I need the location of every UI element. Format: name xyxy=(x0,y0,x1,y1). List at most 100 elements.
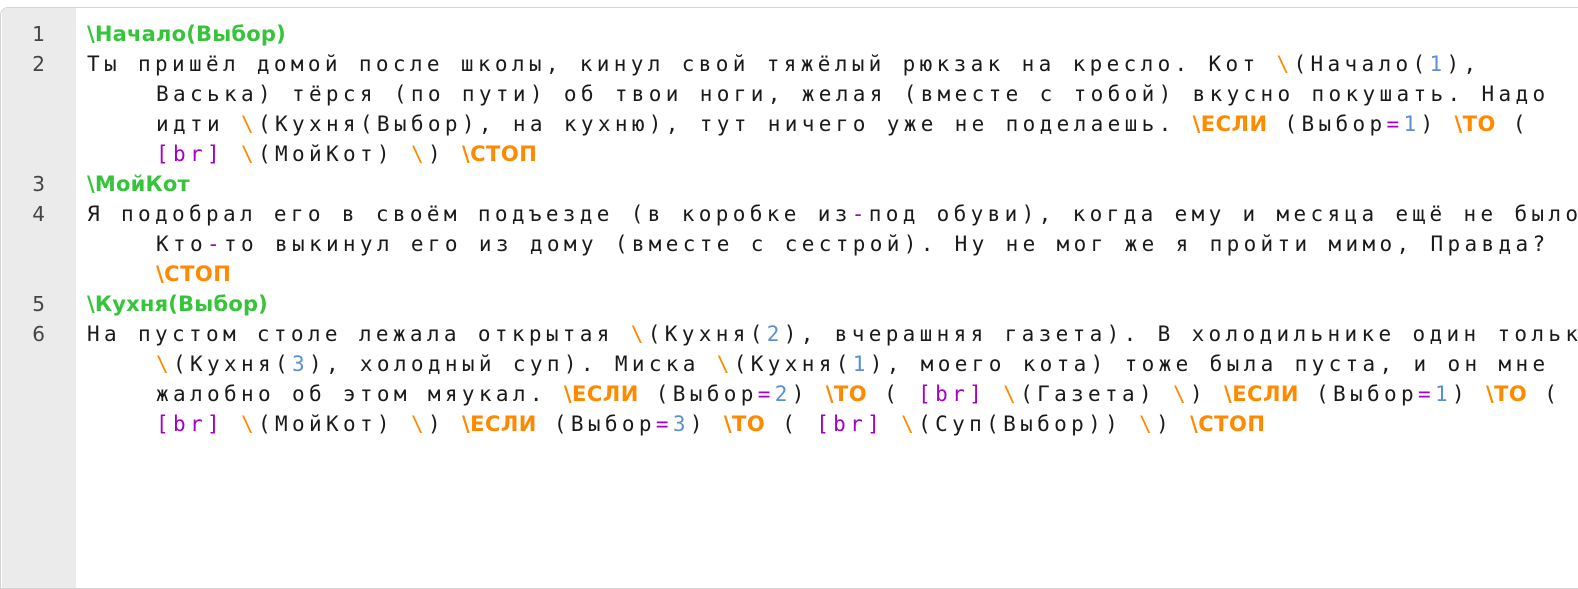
operator-token: = xyxy=(757,382,775,406)
code-line[interactable]: 3 \МойКот xyxy=(1,169,1578,199)
line-content[interactable]: \Кухня(Выбор) xyxy=(87,289,1578,319)
text-token: (Выбор xyxy=(536,412,656,436)
text-token: Ты пришёл домой после школы, кинул свой … xyxy=(87,52,1277,76)
line-number: 1 xyxy=(32,22,45,46)
code-lines: 1 \Начало(Выбор) 2 Ты пришёл домой после… xyxy=(1,19,1578,439)
tag-token: [br] xyxy=(156,412,224,436)
text-token: (Кухня( xyxy=(647,322,767,346)
text-token: Я подобрал его в своём подъезде (в короб… xyxy=(87,202,852,226)
operator-token: - xyxy=(851,202,869,226)
backslash-token: \ xyxy=(1173,382,1191,406)
backslash-token: \ xyxy=(240,412,258,436)
keyword-token: \СТОП xyxy=(156,262,232,286)
section-label: \МойКот xyxy=(87,172,190,196)
text-token: ) xyxy=(689,412,724,436)
line-content[interactable]: Я подобрал его в своём подъезде (в короб… xyxy=(87,199,1578,289)
text-token: (Кухня( xyxy=(733,352,853,376)
text-token: ( xyxy=(1527,382,1578,406)
backslash-token: \ xyxy=(240,142,258,166)
backslash-token: \ xyxy=(1003,382,1021,406)
section-label: \Начало(Выбор) xyxy=(87,22,286,46)
line-number: 5 xyxy=(32,292,45,316)
code-line[interactable]: 5 \Кухня(Выбор) xyxy=(1,289,1578,319)
text-token: ) xyxy=(427,142,462,166)
keyword-token: \ТО xyxy=(723,412,766,436)
backslash-token: \ xyxy=(240,112,258,136)
number-token: 3 xyxy=(672,412,690,436)
line-content[interactable]: На пустом столе лежала открытая \(Кухня(… xyxy=(87,319,1578,439)
text-token: (Кухня(Выбор), на кухню), тут ничего уже… xyxy=(257,112,1193,136)
line-content[interactable]: \Начало(Выбор) xyxy=(87,19,1578,49)
text-token: ), вчерашняя газета). В холодильнике оди… xyxy=(783,322,1578,346)
backslash-token: \ xyxy=(630,322,648,346)
code-line[interactable]: 1 \Начало(Выбор) xyxy=(1,19,1578,49)
number-token: 1 xyxy=(1403,112,1421,136)
text-token: (Суп(Выбор)) xyxy=(918,412,1140,436)
text-token: ) xyxy=(1420,112,1455,136)
backslash-token: \ xyxy=(1139,412,1157,436)
keyword-token: \ЕСЛИ xyxy=(461,412,537,436)
text-token: ( xyxy=(765,412,817,436)
section-label: \Кухня(Выбор) xyxy=(87,292,268,316)
line-number: 3 xyxy=(32,172,45,196)
text-token: (Выбор xyxy=(638,382,758,406)
text-token: то выкинул его из дому (вместе с сестрой… xyxy=(223,232,1567,256)
number-token: 1 xyxy=(1429,52,1447,76)
backslash-token: \ xyxy=(410,412,428,436)
keyword-token: \ЕСЛИ xyxy=(1192,112,1268,136)
line-number: 6 xyxy=(32,322,45,346)
keyword-token: \ЕСЛИ xyxy=(1224,382,1299,406)
number-token: 1 xyxy=(852,352,870,376)
text-token: ) xyxy=(427,412,462,436)
number-token: 3 xyxy=(291,352,309,376)
text-token: ) xyxy=(1190,382,1225,406)
text-token: ) xyxy=(791,382,826,406)
text-token: (Выбор xyxy=(1267,112,1387,136)
line-number: 4 xyxy=(32,202,45,226)
keyword-token: \ЕСЛИ xyxy=(563,382,639,406)
operator-token: = xyxy=(1386,112,1404,136)
text-token: ) xyxy=(1451,382,1486,406)
backslash-token: \ xyxy=(410,142,428,166)
line-content[interactable]: \МойКот xyxy=(87,169,1578,199)
tag-token: [br] xyxy=(816,412,885,436)
backslash-token: \ xyxy=(1276,52,1294,76)
keyword-token: \ТО xyxy=(1485,382,1528,406)
text-token: (МойКот) xyxy=(257,412,411,436)
operator-token: = xyxy=(655,412,673,436)
operator-token: - xyxy=(206,232,224,256)
keyword-token: \СТОП xyxy=(1190,412,1266,436)
text-token: ) xyxy=(1156,412,1191,436)
text-token: (Выбор xyxy=(1298,382,1418,406)
backslash-token: \ xyxy=(716,352,734,376)
tag-token: [br] xyxy=(156,142,224,166)
text-token: ), холодный суп). Миска xyxy=(308,352,717,376)
text-token: (Кухня( xyxy=(173,352,292,376)
number-token: 2 xyxy=(774,382,792,406)
text-token: ( xyxy=(867,382,919,406)
text-token: (Газета) xyxy=(1020,382,1174,406)
number-token: 2 xyxy=(766,322,784,346)
code-line[interactable]: 6 На пустом столе лежала открытая \(Кухн… xyxy=(1,319,1578,439)
text-token: На пустом столе лежала открытая xyxy=(87,322,631,346)
keyword-token: \ТО xyxy=(825,382,868,406)
operator-token: = xyxy=(1417,382,1435,406)
backslash-token: \ xyxy=(156,352,173,376)
code-line[interactable]: 4 Я подобрал его в своём подъезде (в кор… xyxy=(1,199,1578,289)
keyword-token: \ТО xyxy=(1454,112,1496,136)
tag-token: [br] xyxy=(918,382,987,406)
backslash-token: \ xyxy=(901,412,919,436)
text-token: (Начало( xyxy=(1293,52,1430,76)
code-editor[interactable]: 1 \Начало(Выбор) 2 Ты пришёл домой после… xyxy=(0,7,1578,589)
number-token: 1 xyxy=(1434,382,1452,406)
text-token: (МойКот) xyxy=(257,142,411,166)
line-content[interactable]: Ты пришёл домой после школы, кинул свой … xyxy=(87,49,1578,169)
text-token: ( xyxy=(1495,112,1547,136)
line-number: 2 xyxy=(32,52,45,76)
keyword-token: \СТОП xyxy=(461,142,538,166)
code-line[interactable]: 2 Ты пришёл домой после школы, кинул сво… xyxy=(1,49,1578,169)
